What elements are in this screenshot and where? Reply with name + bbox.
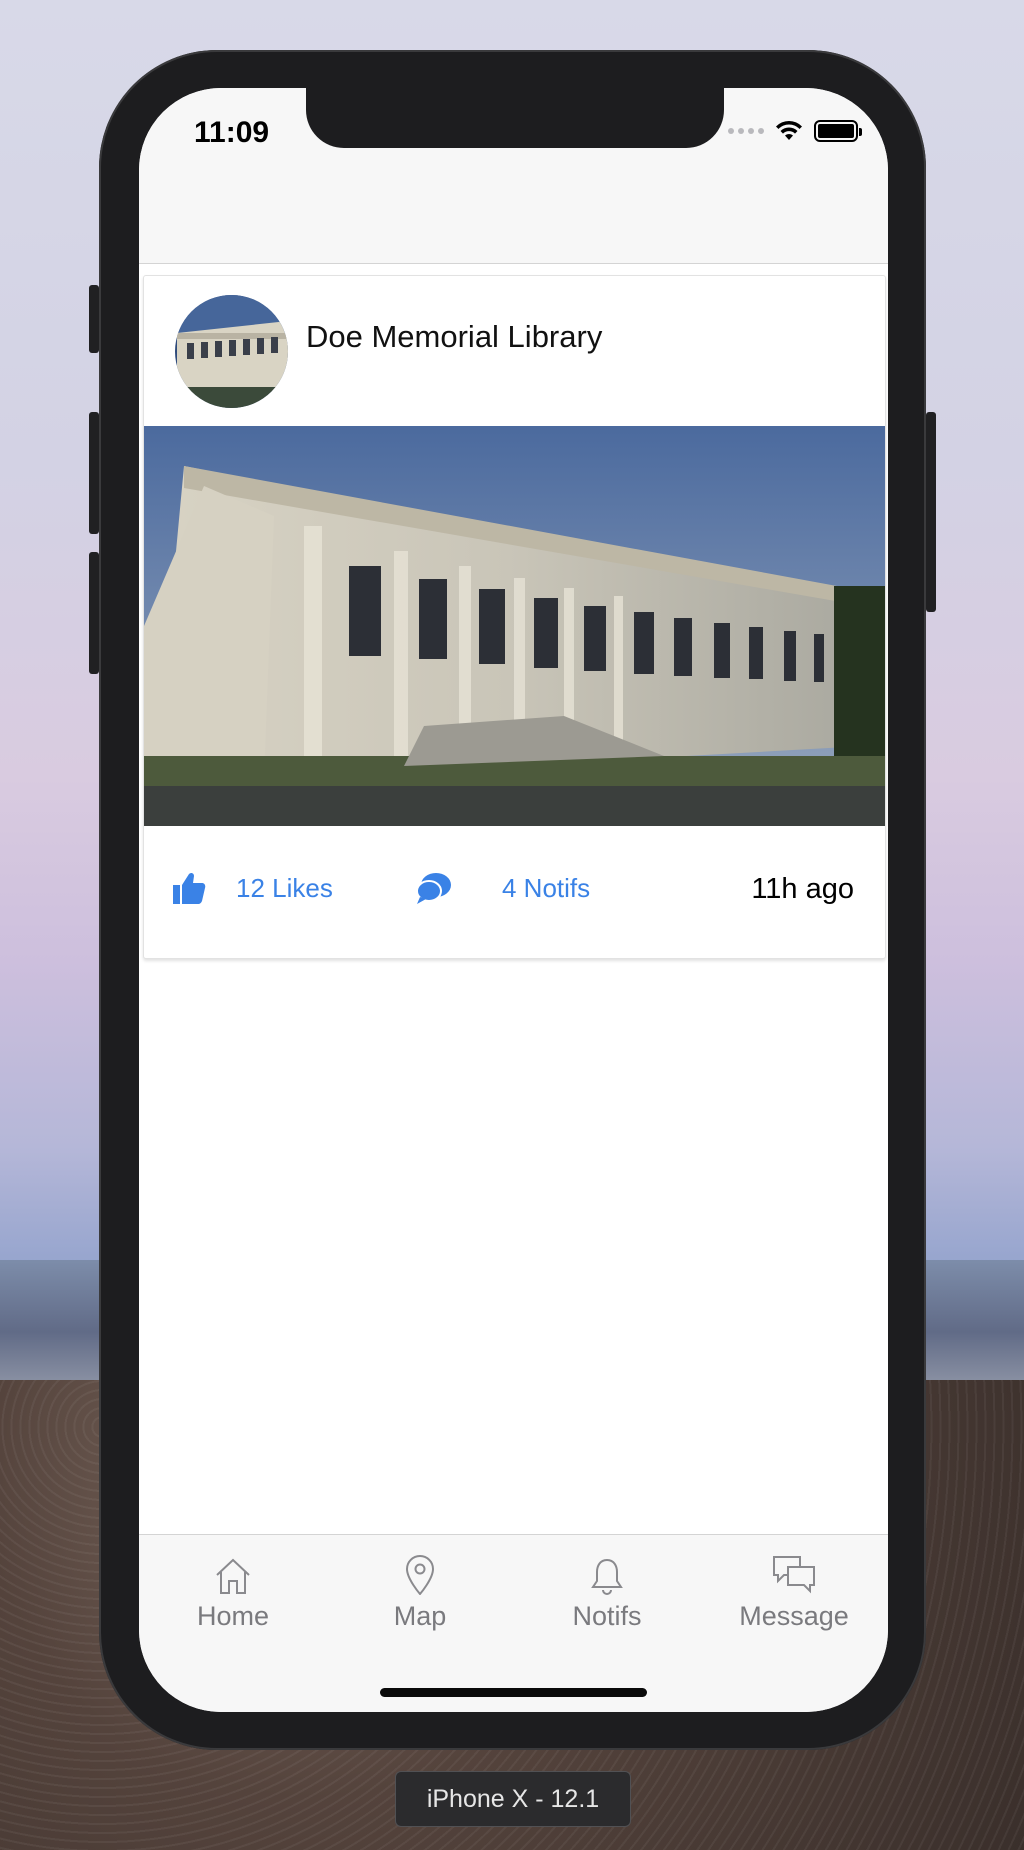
power-button [926,412,936,612]
tab-map[interactable]: Map [330,1551,510,1632]
notifs-link[interactable]: 4 Notifs [502,873,590,904]
post-timestamp: 11h ago [751,873,854,905]
tab-message[interactable]: Message [704,1551,884,1632]
speech-bubble-icon[interactable] [416,871,452,905]
app-screen: 11:09 Doe Memorial Library 12 Likes 4 No… [139,88,888,1712]
volume-down-button [89,552,99,674]
tab-notifs-label: Notifs [572,1601,642,1631]
thumbs-up-icon[interactable] [172,871,206,905]
tab-message-label: Message [739,1601,849,1631]
map-pin-icon [405,1555,435,1595]
status-time: 11:09 [194,116,270,149]
avatar[interactable] [175,295,288,408]
tab-map-label: Map [393,1601,447,1631]
chat-bubbles-icon [773,1556,815,1594]
tab-bar: Home Map Notifs Message [139,1534,888,1712]
post-footer: 12 Likes 4 Notifs 11h ago [144,826,885,958]
post-photo[interactable] [144,426,885,826]
wifi-icon [776,120,802,140]
likes-link[interactable]: 12 Likes [236,873,333,904]
status-icons [728,120,862,142]
volume-up-button [89,412,99,534]
notch [306,88,724,148]
home-indicator[interactable] [380,1688,647,1697]
silent-switch [89,285,99,353]
tab-notifs[interactable]: Notifs [517,1551,697,1632]
post-card[interactable]: Doe Memorial Library 12 Likes 4 Notifs 1… [143,275,886,959]
tab-home-label: Home [196,1601,270,1631]
post-header: Doe Memorial Library [144,276,885,426]
battery-icon [814,120,862,142]
home-icon [216,1558,250,1594]
tab-home[interactable]: Home [143,1551,323,1632]
simulator-device-label: iPhone X - 12.1 [395,1771,631,1827]
post-title: Doe Memorial Library [306,319,603,354]
bell-icon [591,1558,623,1595]
signal-icon [728,128,764,134]
